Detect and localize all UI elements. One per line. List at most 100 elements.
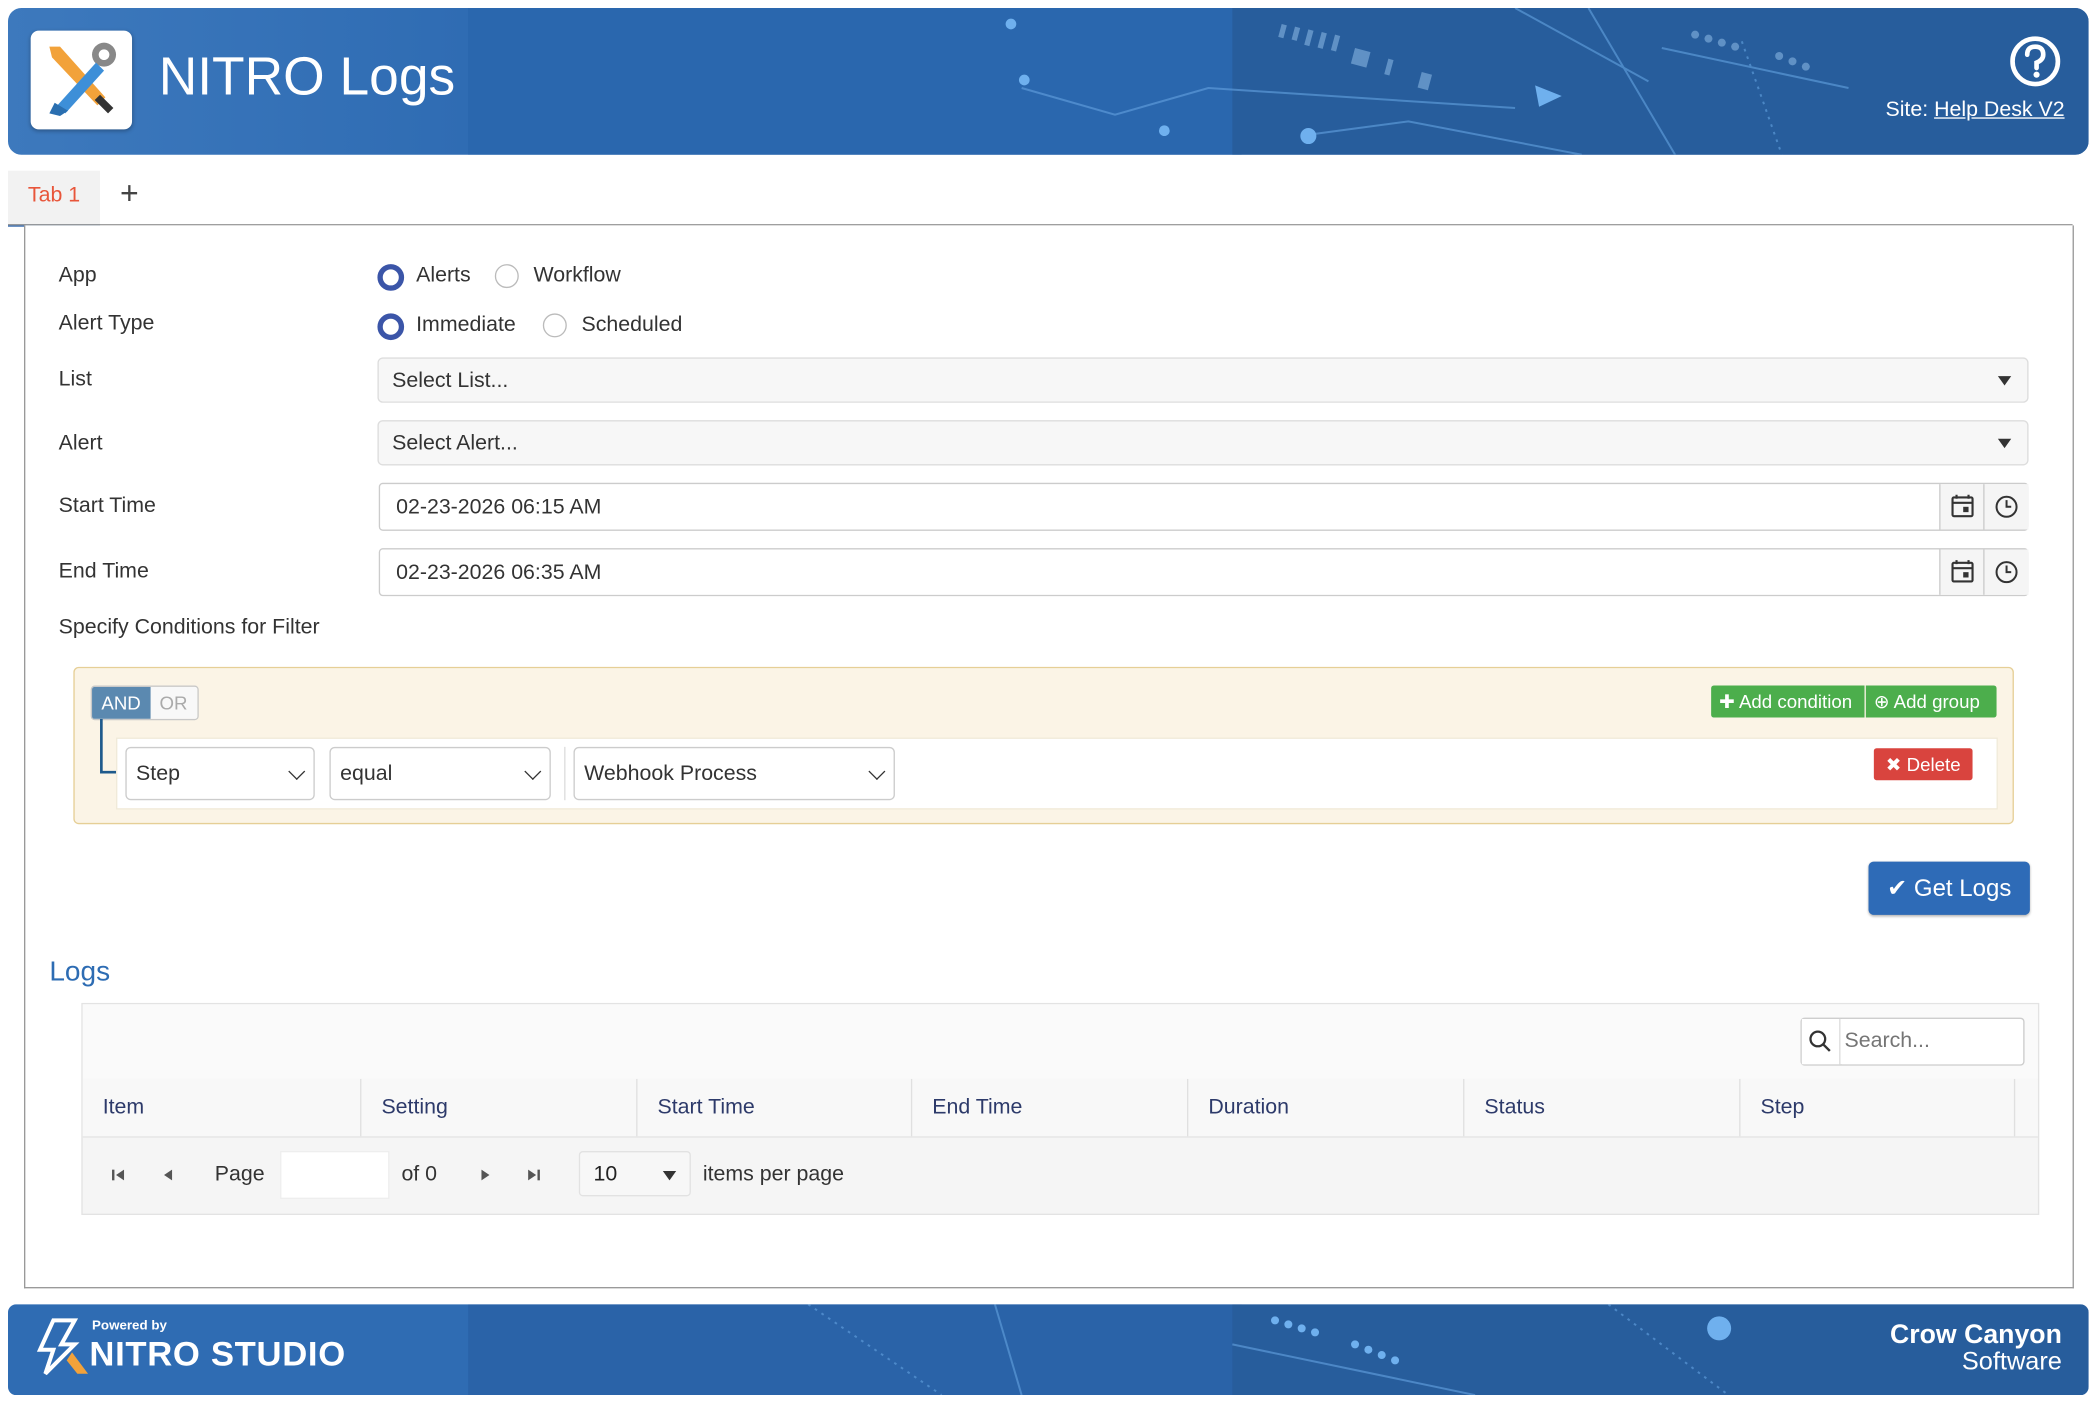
app-header: NITRO Logs Site: Help Desk V2 [8, 8, 2089, 155]
chevron-down-icon [524, 763, 542, 781]
radio-immediate[interactable] [377, 313, 405, 341]
condition-rule: Step equal Webhook Process ✖ Delete [116, 737, 1998, 810]
rule-value-text: Webhook Process [584, 762, 757, 786]
radio-scheduled-label[interactable]: Scheduled [581, 313, 682, 337]
and-or-toggle: AND OR [90, 685, 199, 721]
site-indicator: Site: Help Desk V2 [1885, 99, 2064, 123]
page-count: of 0 [401, 1162, 438, 1186]
search-input[interactable] [1841, 1018, 2021, 1065]
end-time-picker [378, 548, 2029, 598]
radio-alerts-label[interactable]: Alerts [416, 264, 471, 288]
company-name-line1: Crow Canyon [1889, 1320, 2062, 1350]
calendar-icon [1951, 494, 1974, 518]
search-icon[interactable] [1801, 1018, 1841, 1065]
chevron-down-icon [288, 763, 306, 781]
page-label: Page [214, 1162, 265, 1186]
column-spacer [2013, 1078, 2038, 1137]
logs-grid: Item Setting Start Time End Time Duratio… [81, 1002, 2040, 1216]
caret-down-icon [1997, 438, 2012, 449]
grid-pager: Page of 0 10 items per page [83, 1138, 2038, 1213]
list-select-value: Select List... [392, 369, 509, 393]
column-item[interactable]: Item [83, 1079, 360, 1136]
rule-value-select[interactable]: Webhook Process [573, 746, 895, 801]
column-setting[interactable]: Setting [360, 1078, 636, 1137]
site-label: Site: [1885, 98, 1929, 122]
calendar-icon [1951, 560, 1974, 583]
app-footer: Powered by NITRO STUDIO Crow Canyon Soft… [8, 1304, 2089, 1396]
start-date-button[interactable] [1939, 484, 1985, 530]
radio-immediate-label[interactable]: Immediate [416, 313, 516, 337]
app-logo [30, 30, 133, 130]
delete-rule-button[interactable]: ✖ Delete [1873, 748, 1973, 781]
site-link[interactable]: Help Desk V2 [1934, 99, 2064, 122]
alert-select-value: Select Alert... [392, 432, 518, 455]
column-duration[interactable]: Duration [1186, 1078, 1463, 1137]
next-page-icon[interactable] [476, 1166, 495, 1185]
clock-icon [1995, 561, 2018, 584]
logs-title: Logs [49, 956, 111, 987]
tab-bar: Tab 1 + [8, 170, 2089, 227]
plus-circle-icon: ⊕ [1873, 690, 1890, 713]
rule-operator-select[interactable]: equal [329, 746, 551, 801]
rule-divider [564, 746, 566, 801]
start-time-button[interactable] [1983, 484, 2029, 530]
clock-icon [1995, 495, 2018, 518]
checkmark-icon: ✔ [1887, 874, 1908, 902]
close-icon: ✖ [1885, 753, 1902, 775]
add-condition-button[interactable]: ✚ Add condition [1711, 685, 1865, 718]
end-time-button[interactable] [1983, 549, 2029, 595]
prev-page-icon[interactable] [159, 1166, 178, 1185]
company-name-line2: Software [1961, 1348, 2062, 1377]
add-group-label: Add group [1893, 690, 1980, 713]
radio-workflow[interactable] [494, 264, 519, 289]
alert-label: Alert [58, 432, 103, 455]
column-start-time[interactable]: Start Time [636, 1078, 911, 1137]
radio-alerts[interactable] [377, 264, 405, 291]
page-size-select[interactable]: 10 [578, 1150, 691, 1197]
list-select[interactable]: Select List... [377, 357, 2029, 403]
plus-icon: ✚ [1719, 690, 1735, 713]
tab-1[interactable]: Tab 1 [8, 170, 101, 227]
column-end-time[interactable]: End Time [910, 1078, 1187, 1137]
crow-canyon-logo: Crow Canyon Software [1890, 1320, 2062, 1376]
items-per-page-label: items per page [702, 1162, 845, 1186]
powered-by-label: Powered by [92, 1319, 167, 1334]
add-condition-label: Add condition [1738, 690, 1853, 713]
and-button[interactable]: AND [92, 686, 151, 719]
list-label: List [58, 368, 92, 391]
nitro-studio-brand: NITRO STUDIO [89, 1333, 346, 1374]
page-size-value: 10 [593, 1162, 618, 1186]
end-time-label: End Time [58, 560, 149, 583]
get-logs-label: Get Logs [1913, 874, 2012, 902]
tools-icon [49, 42, 117, 117]
nitro-logo-icon [36, 1318, 89, 1376]
start-time-input[interactable] [393, 484, 1866, 533]
grid-search [1800, 1017, 2025, 1066]
grid-header: Item Setting Start Time End Time Duratio… [82, 1078, 2038, 1138]
chevron-down-icon [868, 763, 886, 781]
caret-down-icon [1997, 376, 2012, 386]
start-time-label: Start Time [58, 494, 156, 518]
end-date-button[interactable] [1939, 549, 1985, 595]
last-page-icon[interactable] [524, 1166, 543, 1185]
column-status[interactable]: Status [1463, 1078, 1739, 1137]
conditions-label: Specify Conditions for Filter [58, 616, 320, 639]
rule-field-select[interactable]: Step [125, 746, 315, 801]
add-tab-button[interactable]: + [120, 176, 139, 213]
add-group-button[interactable]: ⊕ Add group [1865, 685, 1997, 718]
delete-label: Delete [1906, 753, 1961, 775]
radio-scheduled[interactable] [542, 313, 567, 338]
end-time-input[interactable] [393, 549, 1866, 598]
caret-down-icon [662, 1170, 677, 1181]
alert-select[interactable]: Select Alert... [377, 420, 2029, 466]
page-title: NITRO Logs [158, 48, 456, 107]
radio-workflow-label[interactable]: Workflow [533, 264, 620, 288]
rule-operator-value: equal [340, 762, 393, 786]
column-step[interactable]: Step [1739, 1078, 2014, 1137]
first-page-icon[interactable] [109, 1166, 128, 1185]
rule-field-value: Step [136, 762, 180, 786]
help-icon[interactable] [2009, 35, 2062, 88]
page-input[interactable] [280, 1150, 390, 1199]
or-button[interactable]: OR [150, 686, 197, 719]
get-logs-button[interactable]: ✔ Get Logs [1868, 861, 2030, 915]
